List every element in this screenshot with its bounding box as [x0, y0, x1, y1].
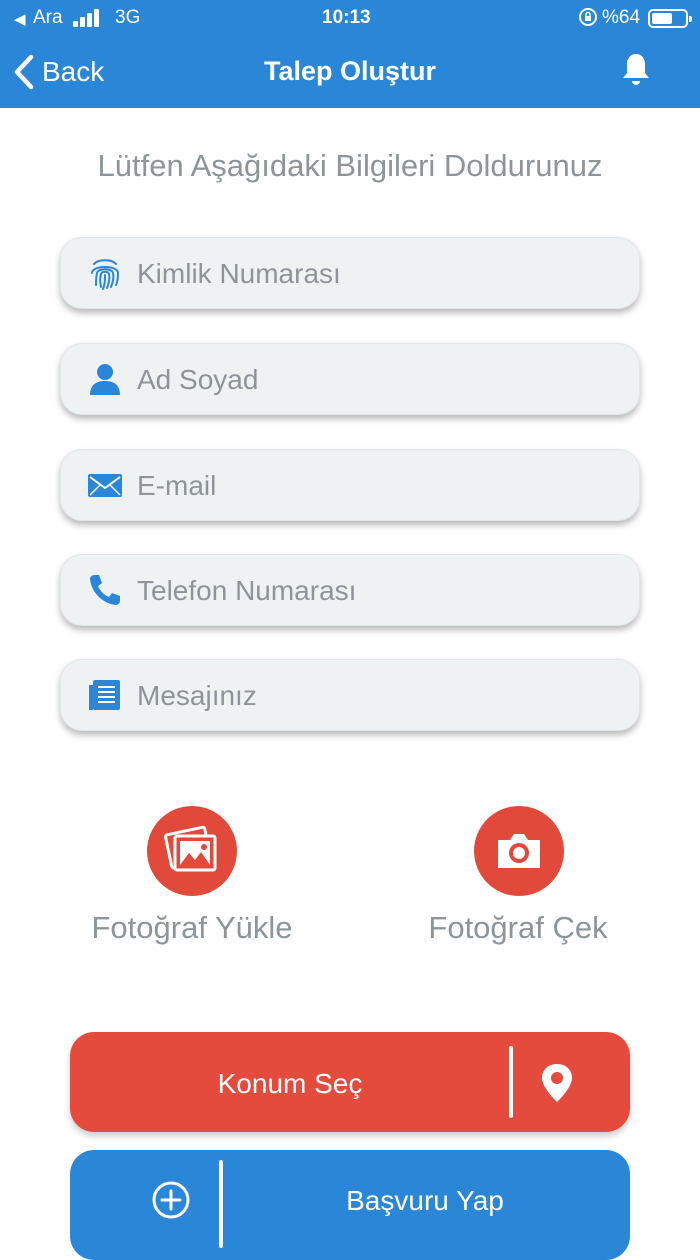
- battery-percent: %64: [602, 7, 641, 28]
- phone-field[interactable]: [60, 554, 640, 627]
- submit-application-label: Başvuru Yap: [346, 1185, 504, 1216]
- back-button[interactable]: Back: [12, 48, 104, 96]
- email-field[interactable]: [60, 449, 640, 522]
- plus-circle-icon: [152, 1181, 190, 1219]
- take-photo-label: Fotoğraf Çek: [428, 910, 608, 945]
- message-field[interactable]: [60, 659, 640, 732]
- form-instructions: Lütfen Aşağıdaki Bilgileri Doldurunuz: [97, 148, 603, 183]
- bell-icon[interactable]: [619, 52, 653, 88]
- back-label: Back: [42, 56, 105, 87]
- rotation-lock-icon: [578, 7, 598, 33]
- button-divider: [509, 1046, 513, 1118]
- app-header: ◀ Ara 3G 10:13 %64 Back Talep Oluştur: [0, 0, 700, 108]
- select-location-label: Konum Seç: [217, 1068, 363, 1099]
- signal-icon: [73, 9, 103, 27]
- page-title: Talep Oluştur: [263, 56, 437, 86]
- clock: 10:13: [322, 7, 371, 28]
- full-name-field[interactable]: [60, 343, 640, 416]
- envelope-icon: [88, 474, 122, 497]
- select-location-button[interactable]: Konum Seç: [70, 1032, 630, 1132]
- message-input[interactable]: [137, 660, 617, 732]
- upload-photo-button[interactable]: Fotoğraf Yükle: [62, 806, 322, 956]
- id-number-field[interactable]: [60, 237, 640, 310]
- chevron-left-icon: [14, 54, 34, 90]
- camera-icon-circle: [474, 806, 564, 896]
- id-number-input[interactable]: [137, 238, 617, 310]
- message-icon: [89, 680, 120, 710]
- status-bar: ◀ Ara 3G 10:13 %64: [0, 0, 700, 36]
- carrier-name: Ara: [33, 7, 63, 28]
- full-name-input[interactable]: [137, 344, 617, 416]
- map-pin-icon: [542, 1064, 572, 1102]
- back-to-app-arrow: ◀: [14, 11, 26, 28]
- network-type: 3G: [115, 7, 141, 28]
- gallery-icon: [164, 825, 217, 872]
- phone-input[interactable]: [137, 555, 617, 627]
- upload-photo-label: Fotoğraf Yükle: [91, 910, 293, 945]
- take-photo-button[interactable]: Fotoğraf Çek: [388, 806, 648, 956]
- battery-level: [652, 13, 673, 24]
- gallery-icon-circle: [147, 806, 237, 896]
- battery-icon: [648, 9, 692, 28]
- email-input[interactable]: [137, 450, 617, 522]
- user-icon: [90, 364, 120, 395]
- fingerprint-icon: [91, 259, 120, 290]
- phone-icon: [90, 575, 120, 605]
- camera-icon: [498, 834, 540, 868]
